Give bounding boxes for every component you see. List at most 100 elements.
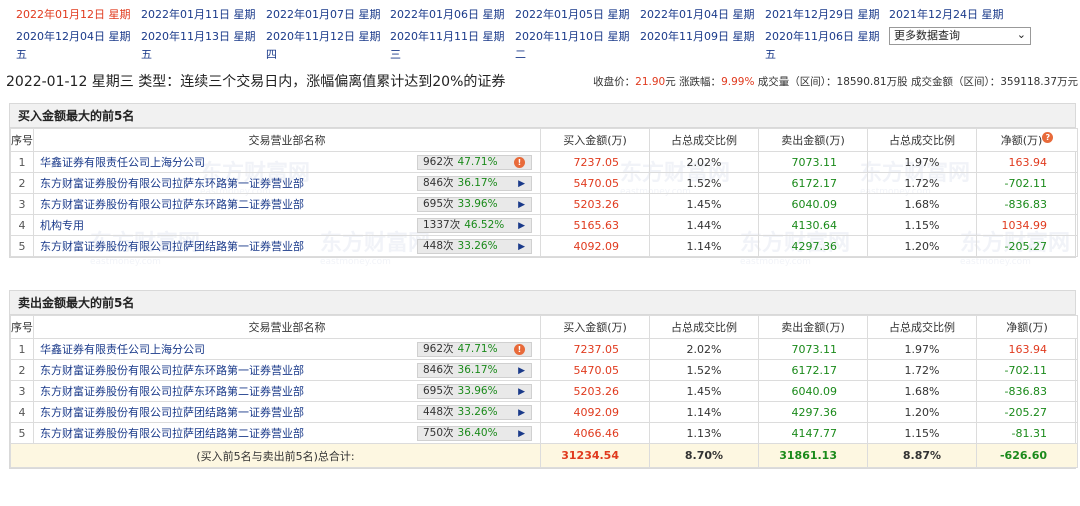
play-icon[interactable]: ▶ (518, 386, 525, 399)
broker-stats-badge[interactable]: 962次 47.71%! (417, 155, 532, 170)
table-row: 2 东方财富证券股份有限公司拉萨东环路第一证券营业部 846次 36.17% ▶ 5470… (10, 172, 1078, 194)
col-header: 交易营业部名称 (33, 128, 541, 152)
date-link-weekday[interactable]: 五 (141, 47, 152, 62)
play-icon[interactable]: ▶ (518, 220, 525, 233)
broker-stats-badge[interactable]: 962次 47.71%! (417, 342, 532, 357)
date-link[interactable]: 2020年12月04日 星期 (16, 29, 131, 44)
buy-amount: 5203.26 (540, 193, 650, 215)
row-index: 4 (10, 214, 34, 236)
date-link-weekday[interactable]: 五 (765, 47, 776, 62)
play-icon[interactable]: ▶ (518, 428, 525, 441)
broker-name-cell: 东方财富证券股份有限公司拉萨团结路第一证券营业部 448次 33.26% ▶ (33, 401, 541, 423)
warning-icon[interactable]: ! (514, 157, 525, 168)
buy-amount: 4092.09 (540, 401, 650, 423)
row-index: 3 (10, 380, 34, 402)
row-index: 2 (10, 172, 34, 194)
row-index: 3 (10, 193, 34, 215)
col-header: 买入金额(万) (540, 128, 650, 152)
broker-stats-badge[interactable]: 695次 33.96% ▶ (417, 384, 532, 399)
sell-amount: 4297.36 (758, 401, 868, 423)
play-icon[interactable]: ▶ (518, 199, 525, 212)
date-link[interactable]: 2022年01月06日 星期 (390, 7, 505, 22)
broker-name-cell: 东方财富证券股份有限公司拉萨团结路第一证券营业部 448次 33.26% ▶ (33, 235, 541, 257)
sell-top5-table: 卖出金额最大的前5名 序号 交易营业部名称 买入金额(万) 占总成交比例 卖出金… (9, 290, 1078, 469)
win-rate: 46.52% (464, 219, 505, 231)
table-row: 5 东方财富证券股份有限公司拉萨团结路第一证券营业部 448次 33.26% ▶ 4092… (10, 235, 1078, 257)
broker-stats-badge[interactable]: 695次 33.96% ▶ (417, 197, 532, 212)
buy-ratio: 2.02% (649, 151, 759, 173)
net-amount: -205.27 (976, 235, 1078, 257)
broker-name-cell: 东方财富证券股份有限公司拉萨东环路第一证券营业部 846次 36.17% ▶ (33, 172, 541, 194)
date-link[interactable]: 2020年11月13日 星期 (141, 29, 256, 44)
broker-link[interactable]: 东方财富证券股份有限公司拉萨团结路第一证券营业部 (40, 240, 304, 253)
buy-amount: 4066.46 (540, 422, 650, 444)
date-link[interactable]: 2022年01月04日 星期 (640, 7, 755, 22)
row-index: 1 (10, 338, 34, 360)
broker-name-cell: 华鑫证券有限责任公司上海分公司 962次 47.71%! (33, 338, 541, 360)
sell-rows: 1 华鑫证券有限责任公司上海分公司 962次 47.71%! 7237.05 2.02% 7… (10, 338, 1078, 444)
broker-link[interactable]: 华鑫证券有限责任公司上海分公司 (40, 156, 205, 169)
summary-bar: 2022-01-12 星期三 类型：连续三个交易日内，涨幅偏离值累计达到20%的… (4, 70, 1078, 90)
play-icon[interactable]: ▶ (518, 365, 525, 378)
sell-amount: 6172.17 (758, 359, 868, 381)
total-row: (买入前5名与卖出前5名)总合计: 31234.54 8.70% 31861.1… (10, 443, 1078, 468)
broker-link[interactable]: 华鑫证券有限责任公司上海分公司 (40, 343, 205, 356)
date-link[interactable]: 2022年01月05日 星期 (515, 7, 630, 22)
broker-stats-badge[interactable]: 750次 36.40% ▶ (417, 426, 532, 441)
warning-icon[interactable]: ! (514, 344, 525, 355)
sell-ratio: 1.15% (867, 422, 977, 444)
date-link[interactable]: 2020年11月10日 星期 (515, 29, 630, 44)
date-link[interactable]: 2021年12月24日 星期 (889, 7, 1004, 22)
broker-link[interactable]: 东方财富证券股份有限公司拉萨团结路第一证券营业部 (40, 406, 304, 419)
broker-name-cell: 东方财富证券股份有限公司拉萨团结路第二证券营业部 750次 36.40% ▶ (33, 422, 541, 444)
buy-ratio: 1.13% (649, 422, 759, 444)
broker-link[interactable]: 东方财富证券股份有限公司拉萨东环路第二证券营业部 (40, 198, 304, 211)
date-link[interactable]: 2022年01月07日 星期 (266, 7, 381, 22)
broker-stats-badge[interactable]: 448次 33.26% ▶ (417, 239, 532, 254)
broker-stats-badge[interactable]: 846次 36.17% ▶ (417, 363, 532, 378)
sell-ratio: 1.68% (867, 193, 977, 215)
total-net: -626.60 (976, 443, 1078, 468)
broker-link[interactable]: 东方财富证券股份有限公司拉萨东环路第二证券营业部 (40, 385, 304, 398)
info-icon[interactable]: ? (1042, 132, 1054, 143)
broker-stats-badge[interactable]: 1337次 46.52% ▶ (417, 218, 532, 233)
broker-link[interactable]: 东方财富证券股份有限公司拉萨东环路第一证券营业部 (40, 364, 304, 377)
date-link[interactable]: 2020年11月09日 星期 (640, 29, 755, 44)
date-link-weekday[interactable]: 五 (16, 47, 27, 62)
total-buy-ratio: 8.70% (649, 443, 759, 468)
broker-stats-badge[interactable]: 846次 36.17% ▶ (417, 176, 532, 191)
section-title: 买入金额最大的前5名 (10, 104, 1075, 128)
win-rate: 47.71% (457, 156, 498, 168)
play-icon[interactable]: ▶ (518, 241, 525, 254)
sell-ratio: 1.97% (867, 151, 977, 173)
date-link-weekday[interactable]: 三 (390, 47, 401, 62)
date-link[interactable]: 2020年11月11日 星期 (390, 29, 505, 44)
row-index: 1 (10, 151, 34, 173)
sell-ratio: 1.68% (867, 380, 977, 402)
date-link[interactable]: 2020年11月06日 星期 (765, 29, 880, 44)
date-link-weekday[interactable]: 四 (266, 47, 277, 62)
date-link[interactable]: 2021年12月29日 星期 (765, 7, 880, 22)
play-icon[interactable]: ▶ (518, 178, 525, 191)
total-label: (买入前5名与卖出前5名)总合计: (10, 443, 541, 468)
section-title: 卖出金额最大的前5名 (10, 291, 1075, 315)
broker-link[interactable]: 机构专用 (40, 219, 84, 232)
broker-link[interactable]: 东方财富证券股份有限公司拉萨东环路第一证券营业部 (40, 177, 304, 190)
buy-amount: 5470.05 (540, 172, 650, 194)
win-rate: 33.26% (457, 406, 498, 418)
more-data-select-value: 更多数据查询 (894, 29, 960, 42)
col-header: 交易营业部名称 (33, 315, 541, 339)
sell-amount: 7073.11 (758, 151, 868, 173)
date-link[interactable]: 2022年01月12日 星期 (16, 7, 131, 22)
more-data-select[interactable]: 更多数据查询 ⌄ (889, 27, 1031, 45)
buy-ratio: 1.45% (649, 193, 759, 215)
date-link[interactable]: 2022年01月11日 星期 (141, 7, 256, 22)
buy-amount: 5165.63 (540, 214, 650, 236)
win-rate: 33.26% (457, 240, 498, 252)
date-link[interactable]: 2020年11月12日 星期 (266, 29, 381, 44)
play-icon[interactable]: ▶ (518, 407, 525, 420)
total-buy: 31234.54 (540, 443, 650, 468)
broker-stats-badge[interactable]: 448次 33.26% ▶ (417, 405, 532, 420)
date-link-weekday[interactable]: 二 (515, 47, 526, 62)
broker-link[interactable]: 东方财富证券股份有限公司拉萨团结路第二证券营业部 (40, 427, 304, 440)
